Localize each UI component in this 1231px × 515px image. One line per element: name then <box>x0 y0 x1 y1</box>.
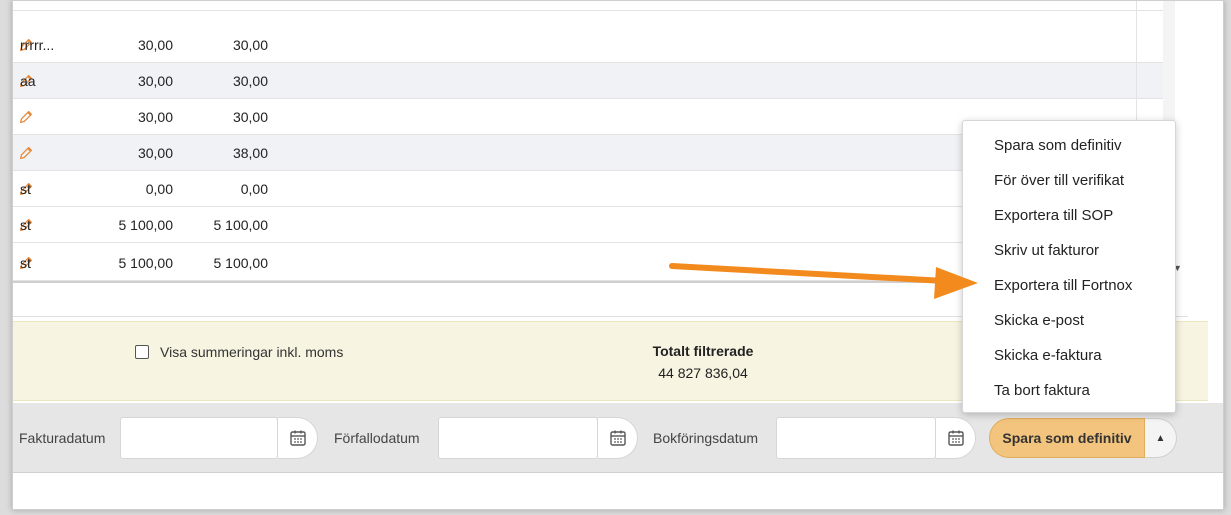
price-cell: 5 100,00 <box>118 217 174 233</box>
price-cell: 30,00 <box>137 73 173 89</box>
invoice-date-input[interactable] <box>120 417 278 459</box>
menu-item-delete-invoice[interactable]: Ta bort faktura <box>963 373 1175 408</box>
caret-up-icon[interactable]: ▲ <box>1145 418 1177 458</box>
calendar-icon[interactable] <box>278 417 318 459</box>
table-row[interactable]: rrrrr... 30,00 30,00 <box>13 27 1163 63</box>
unit-cell: rrrrr... <box>20 37 55 53</box>
menu-item-send-einvoice[interactable]: Skicka e-faktura <box>963 338 1175 373</box>
save-definitive-button[interactable]: Spara som definitiv <box>989 418 1145 458</box>
menu-item-export-sop[interactable]: Exportera till SOP <box>963 198 1175 233</box>
save-options-menu: Spara som definitiv För över till verifi… <box>962 120 1176 413</box>
unit-cell: rrrrr <box>20 1 43 11</box>
total-cell: 30,00 <box>232 37 268 53</box>
bottom-toolbar: Fakturadatum Förfallodatum Bokföringsdat… <box>13 403 1223 473</box>
include-vat-toggle[interactable]: Visa summeringar inkl. moms <box>135 344 343 360</box>
booking-date-label: Bokföringsdatum <box>653 430 759 446</box>
calendar-icon[interactable] <box>598 417 638 459</box>
include-vat-checkbox[interactable] <box>135 345 149 359</box>
total-cell: 30,00 <box>232 73 268 89</box>
total-cell: 5 100,00 <box>213 255 269 271</box>
menu-item-save-definitive[interactable]: Spara som definitiv <box>963 128 1175 163</box>
due-date-input[interactable] <box>438 417 598 459</box>
price-cell: 0,00 <box>145 181 173 197</box>
unit-cell: aa <box>20 73 36 89</box>
menu-item-print-invoices[interactable]: Skriv ut fakturor <box>963 233 1175 268</box>
total-cell: 0,00 <box>240 181 268 197</box>
menu-item-transfer-to-voucher[interactable]: För över till verifikat <box>963 163 1175 198</box>
unit-cell: st <box>20 255 31 271</box>
table-row-partial[interactable]: rrrrr , , <box>13 1 1163 11</box>
booking-date-input[interactable] <box>776 417 936 459</box>
table-row[interactable]: aa 30,00 30,00 <box>13 63 1163 99</box>
price-cell: , <box>73 1 173 11</box>
price-cell: 30,00 <box>137 109 173 125</box>
total-cell: 30,00 <box>232 109 268 125</box>
filtered-total-title: Totalt filtrerade <box>652 343 754 359</box>
unit-cell: st <box>20 181 31 197</box>
total-cell: 38,00 <box>232 145 268 161</box>
unit-cell: st <box>20 217 31 233</box>
price-cell: 30,00 <box>137 145 173 161</box>
menu-item-export-fortnox[interactable]: Exportera till Fortnox <box>963 268 1175 303</box>
pencil-icon[interactable] <box>13 135 39 171</box>
price-cell: 30,00 <box>137 37 173 53</box>
menu-item-send-email[interactable]: Skicka e-post <box>963 303 1175 338</box>
total-cell: , <box>183 1 268 11</box>
calendar-icon[interactable] <box>936 417 976 459</box>
filtered-total-value: 44 827 836,04 <box>658 365 748 381</box>
include-vat-label: Visa summeringar inkl. moms <box>160 344 344 360</box>
invoice-date-label: Fakturadatum <box>19 430 106 446</box>
pencil-icon[interactable] <box>13 99 39 135</box>
total-cell: 5 100,00 <box>213 217 269 233</box>
due-date-label: Förfallodatum <box>334 430 420 446</box>
price-cell: 5 100,00 <box>118 255 174 271</box>
